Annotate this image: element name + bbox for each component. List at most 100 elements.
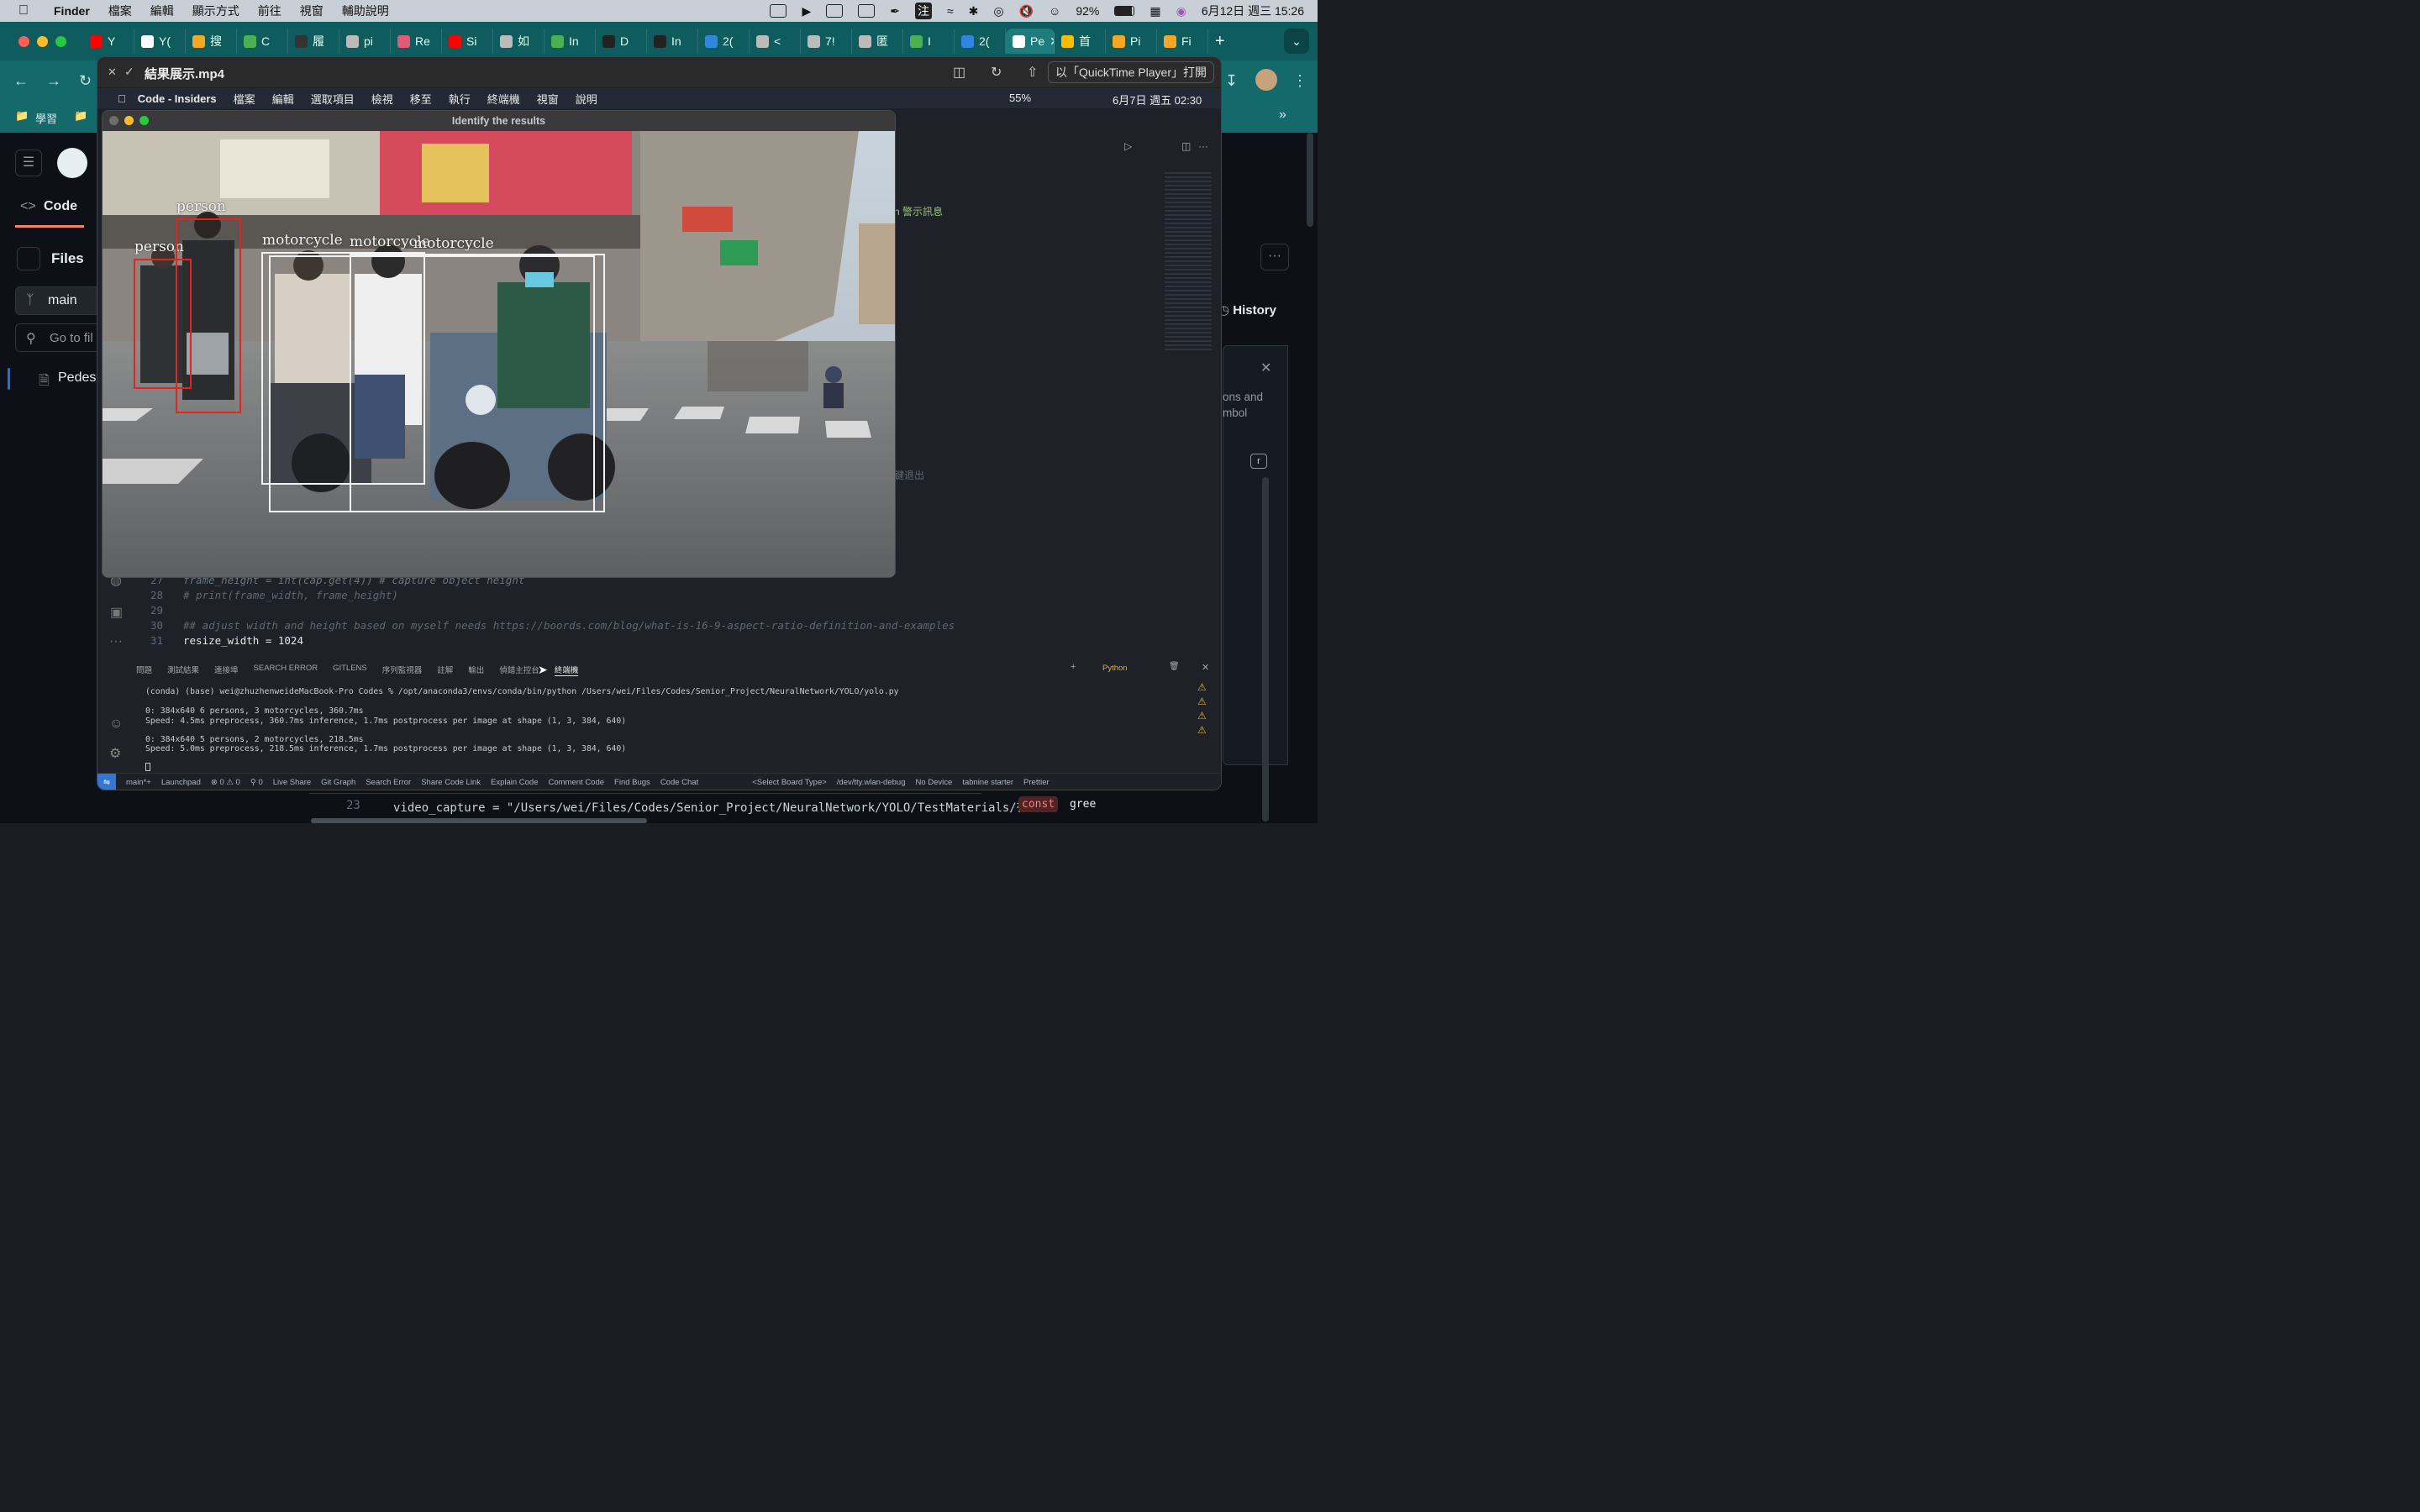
- code-line[interactable]: resize_width = 1024: [183, 634, 303, 647]
- settings-gear-icon[interactable]: ⚙: [109, 745, 121, 762]
- status-problems[interactable]: ⊗ 0 ⚠ 0: [211, 778, 240, 787]
- browser-tab[interactable]: I: [903, 29, 955, 54]
- warning-icon[interactable]: ⚠: [1197, 696, 1207, 707]
- more-actions-icon[interactable]: ···: [1198, 140, 1208, 152]
- menu-app-name[interactable]: Finder: [54, 4, 90, 18]
- browser-tab[interactable]: In: [544, 29, 596, 54]
- forward-icon[interactable]: →: [46, 72, 61, 90]
- terminal-shell-name[interactable]: Python: [1102, 664, 1128, 673]
- tab-code[interactable]: Code: [44, 199, 77, 214]
- pen-icon[interactable]: ✒: [890, 4, 900, 18]
- status-device[interactable]: No Device: [915, 778, 952, 787]
- status-serial-port[interactable]: /dev/tty.wlan-debug: [837, 778, 906, 787]
- menu-item-go[interactable]: 前往: [258, 3, 281, 19]
- panel-tab-search-error[interactable]: SEARCH ERROR: [254, 664, 318, 676]
- browser-tab[interactable]: <: [750, 29, 801, 54]
- branch-selector[interactable]: ᛉ main: [15, 286, 101, 315]
- browser-tab[interactable]: Si: [442, 29, 493, 54]
- status-board-type[interactable]: <Select Board Type>: [752, 778, 827, 787]
- code-line[interactable]: ## adjust width and height based on myse…: [183, 619, 955, 632]
- browser-tab[interactable]: Y: [83, 29, 134, 54]
- status-search-error[interactable]: Search Error: [366, 778, 411, 787]
- status-live-share[interactable]: Live Share: [273, 778, 311, 787]
- mute-icon[interactable]: 🔇: [1019, 4, 1034, 18]
- profile-avatar[interactable]: [1255, 69, 1277, 91]
- minimap[interactable]: [1165, 172, 1212, 352]
- new-tab-button[interactable]: +: [1215, 32, 1225, 51]
- status-code-chat[interactable]: Code Chat: [660, 778, 698, 787]
- reload-icon[interactable]: ↻: [79, 72, 92, 90]
- menu-item-edit[interactable]: 編輯: [150, 3, 174, 19]
- account-icon[interactable]: ☺: [109, 717, 123, 732]
- status-git-graph[interactable]: Git Graph: [321, 778, 355, 787]
- panel-tab-ports[interactable]: 連接埠: [214, 664, 239, 676]
- history-button[interactable]: ◷ History: [1218, 302, 1276, 318]
- terminal-command-line[interactable]: (conda) (base) wei@zhuzhenweideMacBook-P…: [145, 687, 899, 696]
- trim-icon[interactable]: ◫: [953, 64, 965, 81]
- run-icon[interactable]: ▷: [1124, 140, 1132, 152]
- control-center-icon[interactable]: ▦: [1150, 4, 1160, 18]
- browser-tab[interactable]: 如: [493, 29, 544, 54]
- hamburger-icon[interactable]: ☰: [15, 150, 42, 176]
- chrome-menu-icon[interactable]: ⋮: [1292, 72, 1307, 90]
- close-panel-icon[interactable]: ✕: [1202, 662, 1209, 673]
- minimize-window-button[interactable]: [37, 35, 48, 47]
- tab-search-button[interactable]: ⌄: [1284, 29, 1309, 54]
- panel-tab-problems[interactable]: 問題: [136, 664, 152, 676]
- share-icon[interactable]: ⇧: [1027, 64, 1038, 81]
- browser-tab[interactable]: D: [596, 29, 647, 54]
- browser-tab[interactable]: In: [647, 29, 698, 54]
- download-icon[interactable]: ↧: [1225, 72, 1238, 90]
- panel-tab-serial-monitor[interactable]: 序列監視器: [382, 664, 423, 676]
- browser-tab[interactable]: 2(: [955, 29, 1006, 54]
- panel-scrollbar[interactable]: [1262, 477, 1269, 822]
- browser-tab[interactable]: 履: [288, 29, 339, 54]
- browser-tab[interactable]: 首: [1055, 29, 1106, 54]
- bluetooth-icon[interactable]: ✱: [969, 4, 979, 18]
- menu-item-view[interactable]: 顯示方式: [192, 3, 239, 19]
- menu-item-window[interactable]: 視窗: [300, 3, 324, 19]
- browser-tab[interactable]: Pi: [1106, 29, 1157, 54]
- warning-icon[interactable]: ⚠: [1197, 681, 1207, 693]
- browser-tab[interactable]: Fi: [1157, 29, 1208, 54]
- extension-icon[interactable]: ▣: [110, 604, 123, 621]
- trash-icon[interactable]: 🗑: [1169, 662, 1180, 671]
- window-icon[interactable]: [858, 4, 876, 18]
- status-launchpad[interactable]: Launchpad: [161, 778, 201, 787]
- display-icon[interactable]: [826, 4, 844, 18]
- open-with-quicktime-button[interactable]: 以「QuickTime Player」打開: [1048, 61, 1214, 83]
- browser-tab[interactable]: 匿: [852, 29, 903, 54]
- symbol-name[interactable]: gree: [1070, 798, 1096, 811]
- rotate-icon[interactable]: ↻: [991, 64, 1002, 81]
- zoom-window-button[interactable]: [55, 35, 66, 47]
- panel-tab-comments[interactable]: 註解: [437, 664, 453, 676]
- panel-tab-gitlens[interactable]: GITLENS: [333, 664, 367, 676]
- browser-tab[interactable]: 搜: [186, 29, 237, 54]
- warning-icon[interactable]: ⚠: [1197, 710, 1207, 722]
- split-editor-icon[interactable]: ◫: [1181, 140, 1191, 152]
- back-icon[interactable]: ←: [13, 72, 29, 90]
- status-find-bugs[interactable]: Find Bugs: [614, 778, 650, 787]
- battery-icon[interactable]: [1114, 6, 1135, 16]
- status-tabnine[interactable]: tabnine starter: [962, 778, 1013, 787]
- siri-icon[interactable]: ◉: [1176, 4, 1186, 18]
- folder-icon-2[interactable]: 📁: [74, 109, 87, 123]
- browser-tab[interactable]: Re: [391, 29, 442, 54]
- menu-item-file[interactable]: 檔案: [108, 3, 132, 19]
- wifi-icon[interactable]: ≈: [947, 4, 954, 18]
- more-options-icon[interactable]: ···: [1260, 244, 1289, 270]
- browser-tab[interactable]: 2(: [698, 29, 750, 54]
- close-icon[interactable]: ✕: [1260, 360, 1271, 376]
- browser-tab[interactable]: 7!: [801, 29, 852, 54]
- detection-minimize-button[interactable]: [124, 116, 134, 125]
- status-comment-code[interactable]: Comment Code: [549, 778, 605, 787]
- detection-close-button[interactable]: [109, 116, 118, 125]
- browser-tab[interactable]: pi: [339, 29, 391, 54]
- page-scrollbar[interactable]: [1307, 133, 1313, 227]
- code-horizontal-scrollbar[interactable]: [311, 818, 647, 823]
- screen-record-icon[interactable]: [770, 4, 787, 18]
- menu-clock[interactable]: 6月12日 週三 15:26: [1202, 3, 1304, 19]
- code-line[interactable]: # print(frame_width, frame_height): [183, 589, 398, 601]
- airdrop-icon[interactable]: ◎: [993, 4, 1003, 18]
- remote-indicator-icon[interactable]: ⇋: [97, 773, 116, 790]
